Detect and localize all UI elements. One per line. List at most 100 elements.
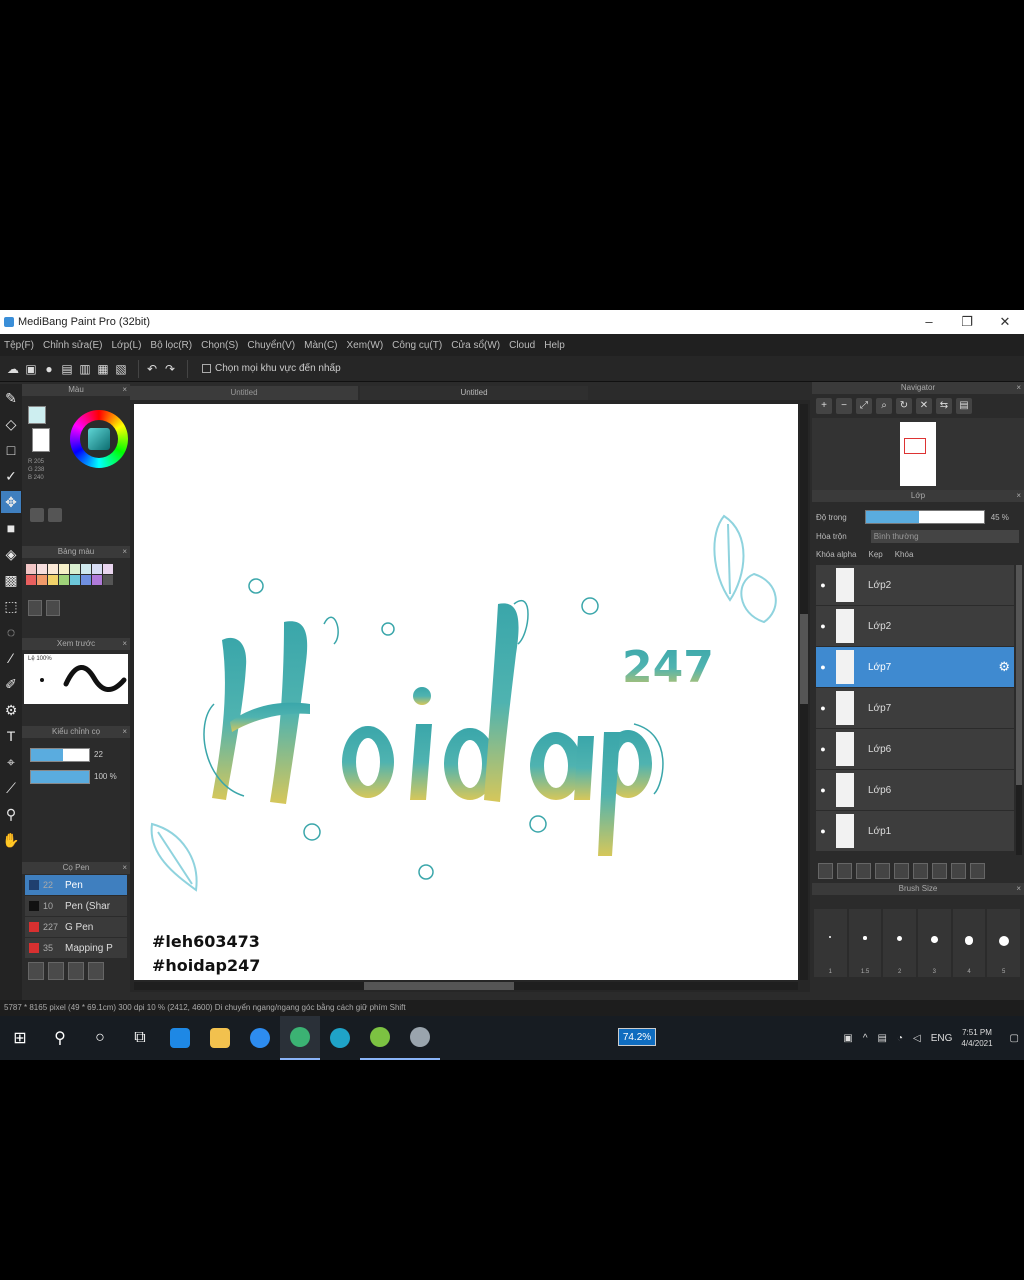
brush-size-cell[interactable]: 1 [814, 909, 847, 977]
undo-icon[interactable]: ↶ [145, 362, 159, 376]
layer-settings-button[interactable] [951, 863, 966, 879]
palette-swatch[interactable] [70, 575, 80, 585]
new-layer-button[interactable] [818, 863, 833, 879]
brush-tool-icon[interactable]: ✎ [1, 387, 21, 409]
delete-brush-button[interactable] [88, 962, 104, 980]
bucket-tool-icon[interactable]: ◈ [1, 543, 21, 565]
layer-row[interactable]: ● Lớp7 [816, 688, 1014, 728]
visibility-eye-icon[interactable]: ● [816, 785, 830, 795]
comment-icon[interactable]: ● [42, 362, 56, 376]
zoom-in-icon[interactable]: + [816, 398, 832, 414]
gradient-tool-icon[interactable]: ▩ [1, 569, 21, 591]
menu-transform[interactable]: Chuyển(V) [247, 340, 295, 351]
palette-swatch[interactable] [26, 564, 36, 574]
visibility-eye-icon[interactable]: ● [816, 703, 830, 713]
palette-swatch[interactable] [81, 564, 91, 574]
save-icon[interactable]: ▣ [24, 362, 38, 376]
scroll-thumb[interactable] [800, 614, 808, 704]
menu-file[interactable]: Tệp(F) [4, 340, 34, 351]
layer-row[interactable]: ● Lớp1 [816, 811, 1014, 851]
zalo-app[interactable] [240, 1016, 280, 1060]
blend-mode-select[interactable]: Bình thường [870, 530, 1019, 543]
reset-rotate-icon[interactable]: ✕ [916, 398, 932, 414]
brush-size-cell[interactable]: 2 [883, 909, 916, 977]
color-mode-button[interactable] [30, 508, 44, 522]
palette-swatch[interactable] [103, 575, 113, 585]
wifi-icon[interactable]: ◔ [897, 1033, 903, 1044]
palette-swatch[interactable] [37, 575, 47, 585]
alpha-lock-checkbox[interactable]: Khóa alpha [816, 550, 856, 559]
vertical-scrollbar[interactable] [800, 404, 808, 980]
start-button[interactable]: ⊞ [0, 1016, 40, 1060]
cortana-button[interactable]: ○ [80, 1016, 120, 1060]
layer-row[interactable]: ● Lớp6 [816, 770, 1014, 810]
layer-scrollbar[interactable] [1016, 565, 1022, 855]
check-tool-icon[interactable]: ✓ [1, 465, 21, 487]
color-swap-button[interactable] [48, 508, 62, 522]
palette-swatch[interactable] [81, 575, 91, 585]
brush-size-cell[interactable]: 1.5 [848, 909, 882, 977]
brush-opacity-slider[interactable] [30, 770, 90, 784]
brush-list-item[interactable]: 10 Pen (Shar [25, 896, 127, 916]
menu-cloud[interactable]: Cloud [509, 340, 535, 351]
palette-swatch[interactable] [37, 564, 47, 574]
actual-size-icon[interactable]: ⌕ [876, 398, 892, 414]
menu-help[interactable]: Help [544, 340, 565, 351]
layer-move-down-button[interactable] [932, 863, 947, 879]
task-view-button[interactable]: ⧉ [120, 1016, 160, 1060]
palette-swatch[interactable] [48, 564, 58, 574]
close-icon[interactable]: × [122, 726, 127, 738]
menu-tools[interactable]: Công cụ(T) [392, 340, 442, 351]
brush-size-cell[interactable]: 5 [987, 909, 1020, 977]
fill-shape-tool-icon[interactable]: ■ [1, 517, 21, 539]
layer-move-up-button[interactable] [913, 863, 928, 879]
fit-screen-icon[interactable]: ⤢ [856, 398, 872, 414]
brush-settings-button[interactable] [48, 962, 64, 980]
language-indicator[interactable]: ENG [931, 1033, 953, 1044]
close-icon[interactable]: × [122, 862, 127, 874]
shape-tool-icon[interactable]: □ [1, 439, 21, 461]
menu-filter[interactable]: Bộ lọc(R) [150, 340, 192, 351]
text-tool-icon[interactable]: T [1, 725, 21, 747]
menu-window[interactable]: Cửa sổ(W) [451, 340, 500, 351]
maximize-button[interactable]: ❐ [948, 310, 986, 334]
visibility-eye-icon[interactable]: ● [816, 662, 830, 672]
copy-brush-button[interactable] [68, 962, 84, 980]
settings-icon[interactable]: ▤ [956, 398, 972, 414]
palette-swatch[interactable] [70, 564, 80, 574]
brush-list-item[interactable]: 22 Pen [25, 875, 127, 895]
divide-tool-icon[interactable]: ⟋ [1, 777, 21, 799]
palette-swatch[interactable] [59, 564, 69, 574]
paint-app[interactable] [400, 1016, 440, 1060]
foreground-color-swatch[interactable] [28, 406, 46, 424]
palette-swatch[interactable] [26, 575, 36, 585]
palette-swatch[interactable] [48, 575, 58, 585]
eyedropper-tool-icon[interactable]: ⚲ [1, 803, 21, 825]
menu-edit[interactable]: Chỉnh sửa(E) [43, 340, 103, 351]
medibang-app[interactable] [280, 1016, 320, 1060]
zoom-out-icon[interactable]: − [836, 398, 852, 414]
visibility-eye-icon[interactable]: ● [816, 826, 830, 836]
lock-checkbox[interactable]: Khóa [895, 550, 914, 559]
menu-view[interactable]: Xem(W) [347, 340, 384, 351]
document-tab[interactable]: Untitled [130, 386, 358, 400]
grid-icon[interactable]: ▦ [96, 362, 110, 376]
document-tab-active[interactable]: Untitled [360, 386, 588, 400]
brush-size-cell[interactable]: 3 [918, 909, 951, 977]
select-pen-tool-icon[interactable]: ✐ [1, 673, 21, 695]
move-tool-icon[interactable]: ✥ [1, 491, 21, 513]
layer-row[interactable]: ● Lớp2 [816, 565, 1014, 605]
minimize-button[interactable]: – [910, 310, 948, 334]
coccoc-app[interactable] [360, 1016, 400, 1060]
layer-opacity-slider[interactable] [864, 510, 985, 524]
visibility-eye-icon[interactable]: ● [816, 621, 830, 631]
scroll-thumb[interactable] [1016, 565, 1022, 785]
close-button[interactable]: ✕ [986, 310, 1024, 334]
magic-wand-tool-icon[interactable]: ⁄ [1, 647, 21, 669]
duplicate-layer-button[interactable] [856, 863, 871, 879]
volume-icon[interactable]: ◁ [913, 1033, 921, 1044]
add-brush-button[interactable] [28, 962, 44, 980]
brush-size-cell[interactable]: 4 [952, 909, 986, 977]
cloud-icon[interactable]: ☁ [6, 362, 20, 376]
merge-layer-button[interactable] [875, 863, 890, 879]
